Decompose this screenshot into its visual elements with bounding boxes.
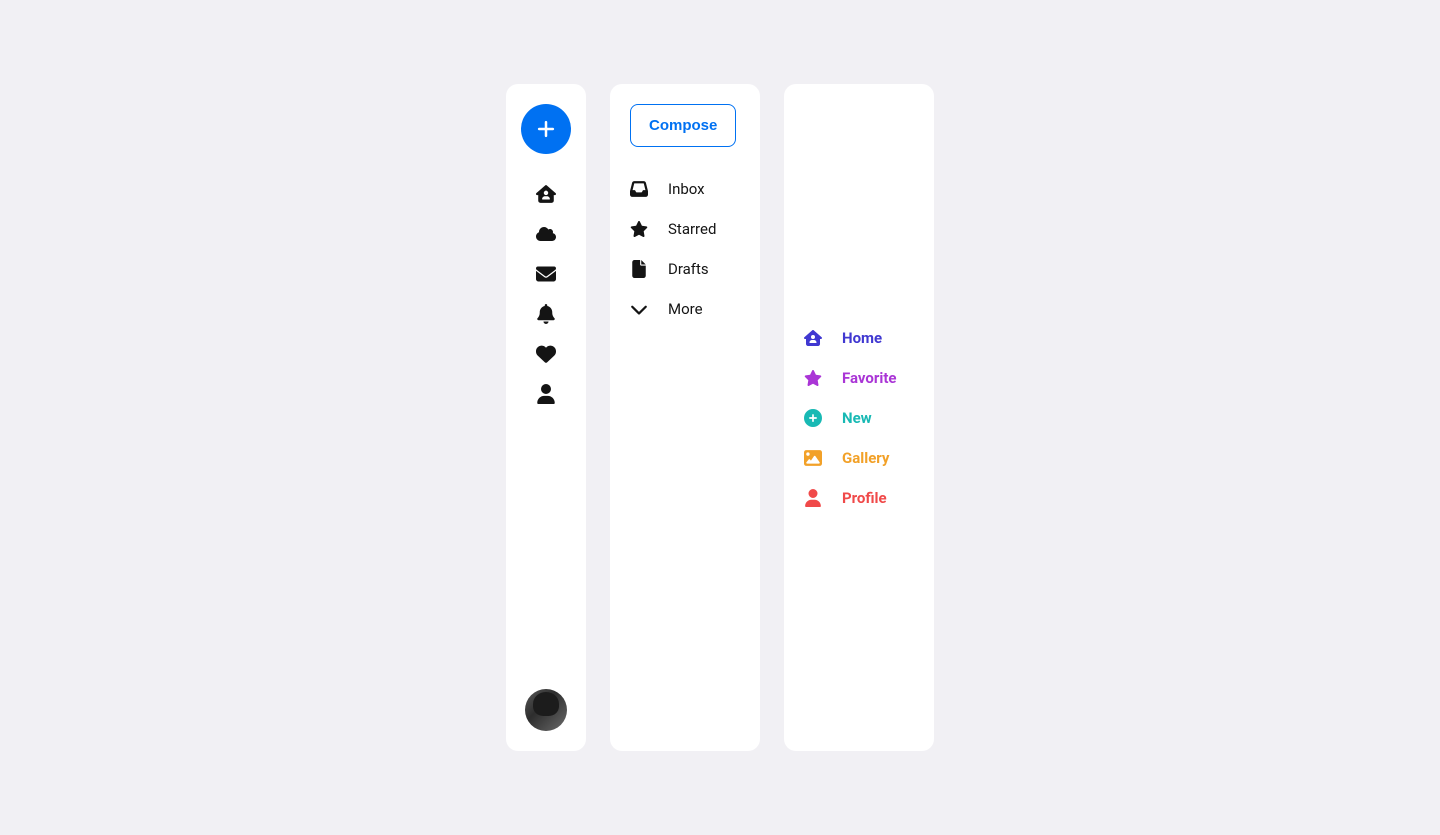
color-item-label: Gallery bbox=[842, 449, 889, 467]
color-item-label: Profile bbox=[842, 489, 887, 507]
sidebar-item-home[interactable] bbox=[526, 174, 566, 214]
sidebar-icons-panel bbox=[506, 84, 586, 751]
sidebar-item-favorites[interactable] bbox=[526, 334, 566, 374]
nav-item-label: Inbox bbox=[668, 180, 705, 198]
user-icon bbox=[536, 384, 556, 404]
sidebar-icon-list bbox=[526, 174, 566, 414]
color-item-label: Home bbox=[842, 329, 882, 347]
sidebar-item-mail[interactable] bbox=[526, 254, 566, 294]
color-nav-list: Home Favorite New Gallery bbox=[804, 318, 914, 518]
sidebar-color-panel: Home Favorite New Gallery bbox=[784, 84, 934, 751]
panels-container: Compose Inbox Starred Drafts bbox=[506, 84, 934, 751]
star-icon bbox=[804, 369, 822, 387]
plus-icon bbox=[536, 119, 556, 139]
home-icon bbox=[804, 329, 822, 347]
nav-item-label: Drafts bbox=[668, 260, 709, 278]
envelope-icon bbox=[536, 264, 556, 284]
home-icon bbox=[536, 184, 556, 204]
cloud-icon bbox=[536, 224, 556, 244]
file-icon bbox=[630, 260, 648, 278]
chevron-down-icon bbox=[630, 300, 648, 318]
mail-nav-list: Inbox Starred Drafts More bbox=[630, 169, 740, 329]
heart-icon bbox=[536, 344, 556, 364]
plus-circle-icon bbox=[804, 409, 822, 427]
color-item-label: Favorite bbox=[842, 369, 897, 387]
inbox-icon bbox=[630, 180, 648, 198]
nav-item-label: Starred bbox=[668, 220, 716, 238]
color-item-label: New bbox=[842, 409, 872, 427]
sidebar-item-cloud[interactable] bbox=[526, 214, 566, 254]
image-icon bbox=[804, 449, 822, 467]
user-avatar[interactable] bbox=[525, 689, 567, 731]
bell-icon bbox=[536, 304, 556, 324]
nav-item-more[interactable]: More bbox=[630, 289, 740, 329]
color-item-profile[interactable]: Profile bbox=[804, 478, 914, 518]
nav-item-starred[interactable]: Starred bbox=[630, 209, 740, 249]
user-icon bbox=[804, 489, 822, 507]
avatar-wrap bbox=[525, 689, 567, 731]
nav-item-label: More bbox=[668, 300, 703, 318]
compose-button[interactable]: Compose bbox=[630, 104, 736, 147]
nav-item-inbox[interactable]: Inbox bbox=[630, 169, 740, 209]
sidebar-item-notifications[interactable] bbox=[526, 294, 566, 334]
color-item-gallery[interactable]: Gallery bbox=[804, 438, 914, 478]
color-item-favorite[interactable]: Favorite bbox=[804, 358, 914, 398]
add-button[interactable] bbox=[521, 104, 571, 154]
color-item-new[interactable]: New bbox=[804, 398, 914, 438]
sidebar-mail-panel: Compose Inbox Starred Drafts bbox=[610, 84, 760, 751]
color-item-home[interactable]: Home bbox=[804, 318, 914, 358]
nav-item-drafts[interactable]: Drafts bbox=[630, 249, 740, 289]
star-icon bbox=[630, 220, 648, 238]
sidebar-item-profile[interactable] bbox=[526, 374, 566, 414]
